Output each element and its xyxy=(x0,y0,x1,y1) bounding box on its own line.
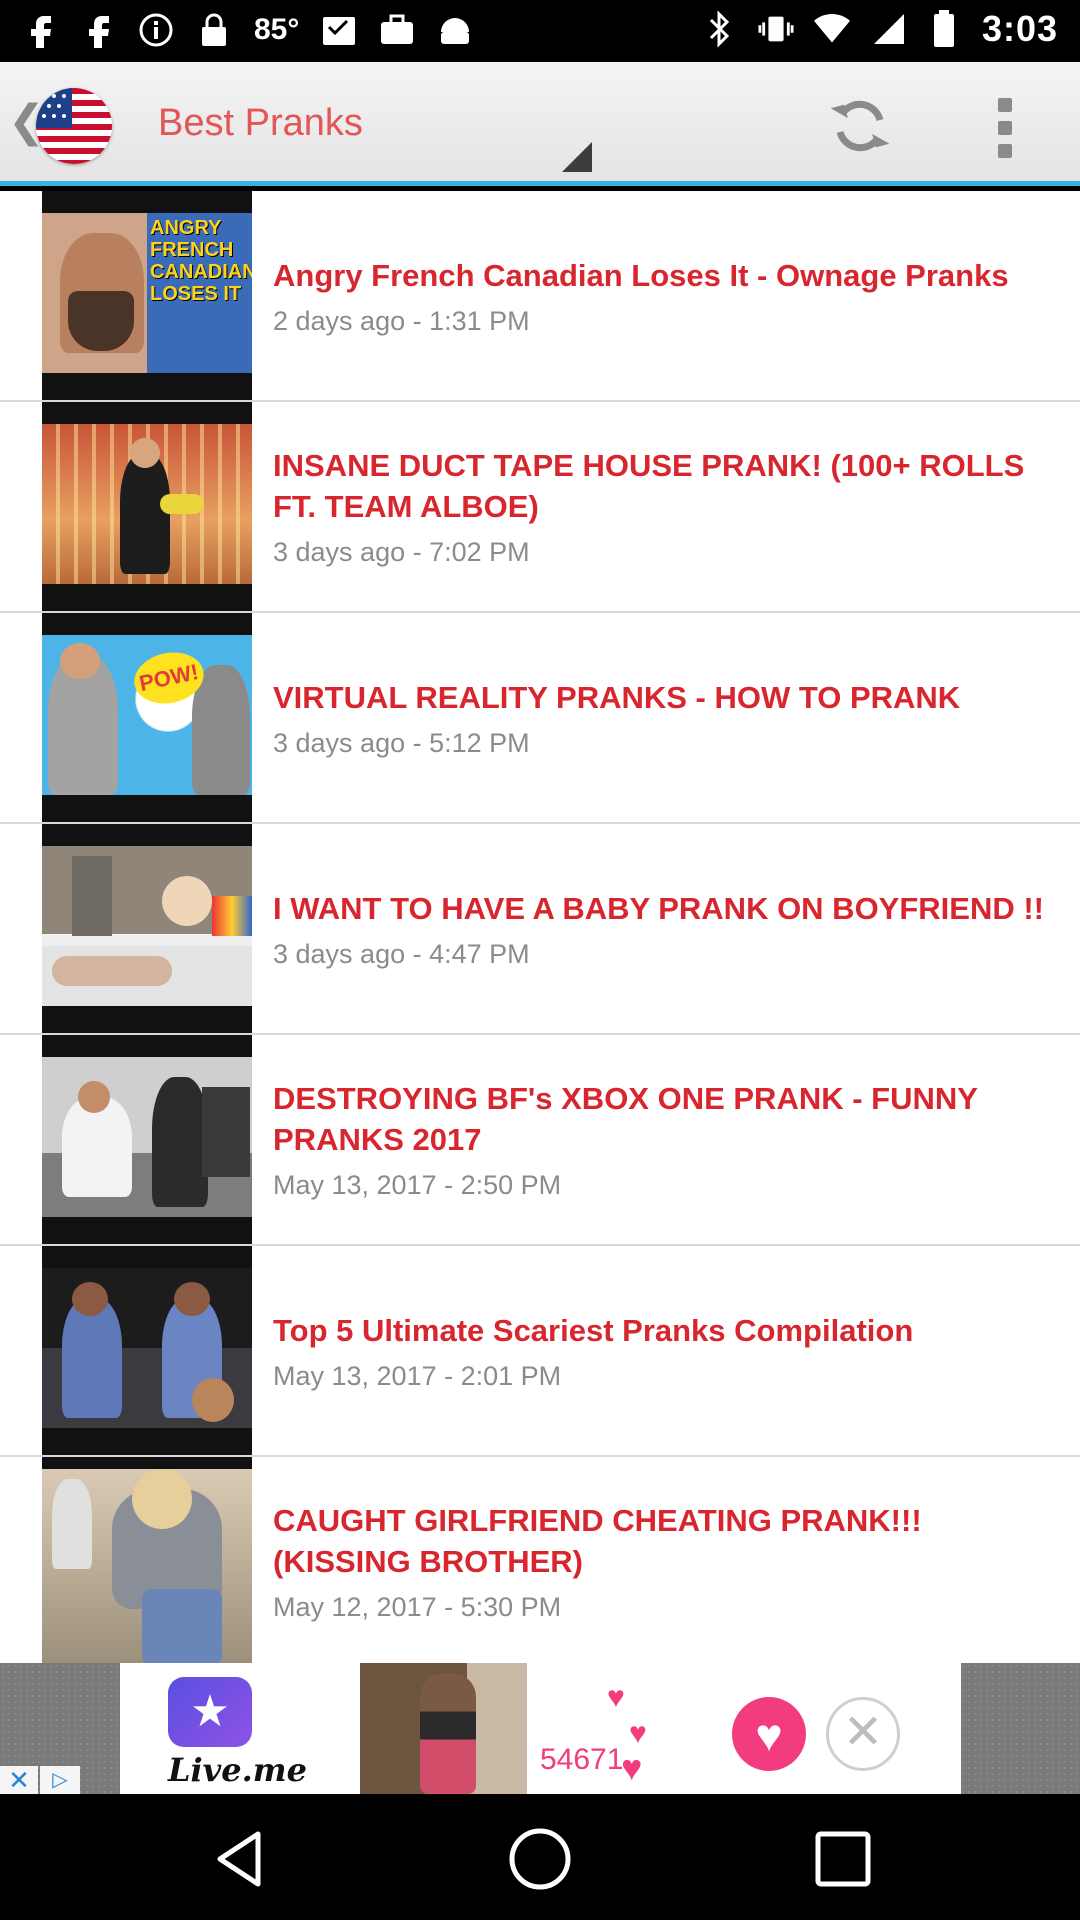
ad-content[interactable]: ★ Live.me ♥ ♥ ♥ 54671 ♥ ✕ xyxy=(120,1663,961,1794)
video-date: May 12, 2017 - 5:30 PM xyxy=(273,1592,562,1622)
us-flag-icon[interactable] xyxy=(36,88,112,164)
video-date: 2 days ago - 1:31 PM xyxy=(273,305,530,336)
back-triangle-icon[interactable] xyxy=(206,1824,276,1894)
ad-count: 54671 xyxy=(540,1743,624,1776)
video-date: May 13, 2017 - 2:50 PM xyxy=(273,1170,562,1200)
page-title[interactable]: Best Pranks xyxy=(158,102,363,145)
video-thumbnail[interactable] xyxy=(42,402,252,611)
video-title[interactable]: INSANE DUCT TAPE HOUSE PRANK! (100+ ROLL… xyxy=(273,445,1050,527)
video-thumbnail[interactable] xyxy=(42,1457,252,1663)
status-bar: 85° 3:03 xyxy=(0,0,1080,62)
video-list: ANGRY FRENCH CANADIAN LOSES IT Angry Fre… xyxy=(0,191,1080,1663)
recents-square-icon[interactable] xyxy=(808,1824,878,1894)
video-thumbnail[interactable] xyxy=(42,1035,252,1244)
thumbnail-text: ANGRY FRENCH CANADIAN LOSES IT xyxy=(150,217,252,305)
android-icon xyxy=(437,10,473,50)
ad-logo-text: Live.me xyxy=(168,1751,307,1789)
lock-icon xyxy=(196,10,232,50)
ad-photo[interactable] xyxy=(360,1663,527,1794)
video-date: 3 days ago - 4:47 PM xyxy=(273,938,530,969)
list-item[interactable]: I WANT TO HAVE A BABY PRANK ON BOYFRIEND… xyxy=(0,824,1080,1035)
heart-icon[interactable]: ♥ xyxy=(732,1697,806,1771)
list-item[interactable]: CAUGHT GIRLFRIEND CHEATING PRANK!!! (KIS… xyxy=(0,1457,1080,1663)
ad-close-icon[interactable]: ✕ xyxy=(0,1766,38,1794)
temperature: 85° xyxy=(254,13,300,46)
bluetooth-icon xyxy=(702,9,738,49)
facebook-icon xyxy=(80,10,116,50)
list-item[interactable]: Top 5 Ultimate Scariest Pranks Compilati… xyxy=(0,1246,1080,1457)
facebook-icon xyxy=(22,10,58,50)
list-item[interactable]: ANGRY FRENCH CANADIAN LOSES IT Angry Fre… xyxy=(0,191,1080,402)
video-thumbnail[interactable]: POW! xyxy=(42,613,252,822)
list-item[interactable]: DESTROYING BF's XBOX ONE PRANK - FUNNY P… xyxy=(0,1035,1080,1246)
more-vert-icon[interactable] xyxy=(990,98,1020,158)
video-thumbnail[interactable] xyxy=(42,1246,252,1455)
ad-logo[interactable]: ★ Live.me xyxy=(138,1673,307,1791)
signal-icon xyxy=(870,9,906,49)
video-title[interactable]: VIRTUAL REALITY PRANKS - HOW TO PRANK xyxy=(273,677,1050,718)
video-date: 3 days ago - 7:02 PM xyxy=(273,537,530,567)
star-icon: ★ xyxy=(190,1687,230,1736)
list-item[interactable]: POW! VIRTUAL REALITY PRANKS - HOW TO PRA… xyxy=(0,613,1080,824)
video-thumbnail[interactable] xyxy=(42,824,252,1033)
briefcase-icon xyxy=(379,10,415,50)
video-title[interactable]: Angry French Canadian Loses It - Ownage … xyxy=(273,255,1050,296)
dropdown-triangle-icon[interactable] xyxy=(562,142,592,172)
home-circle-icon[interactable] xyxy=(505,1824,575,1894)
ad-choices-icon[interactable]: ▷ xyxy=(40,1766,80,1794)
inbox-icon xyxy=(321,10,357,50)
vibrate-icon xyxy=(758,9,794,49)
clock: 3:03 xyxy=(981,8,1058,49)
video-title[interactable]: CAUGHT GIRLFRIEND CHEATING PRANK!!! (KIS… xyxy=(273,1500,1050,1582)
close-circle-icon[interactable]: ✕ xyxy=(826,1697,900,1771)
video-date: May 13, 2017 - 2:01 PM xyxy=(273,1360,562,1391)
nav-bar xyxy=(0,1794,1080,1920)
ad-banner[interactable]: ★ Live.me ♥ ♥ ♥ 54671 ♥ ✕ ✕ ▷ xyxy=(0,1663,1080,1794)
video-thumbnail[interactable]: ANGRY FRENCH CANADIAN LOSES IT xyxy=(42,191,252,400)
video-date: 3 days ago - 5:12 PM xyxy=(273,727,530,758)
video-title[interactable]: I WANT TO HAVE A BABY PRANK ON BOYFRIEND… xyxy=(273,888,1050,929)
video-title[interactable]: Top 5 Ultimate Scariest Pranks Compilati… xyxy=(273,1310,1050,1351)
wifi-icon xyxy=(813,9,850,49)
video-title[interactable]: DESTROYING BF's XBOX ONE PRANK - FUNNY P… xyxy=(273,1078,1050,1160)
info-icon xyxy=(138,10,174,50)
battery-icon xyxy=(926,9,962,49)
list-item[interactable]: INSANE DUCT TAPE HOUSE PRANK! (100+ ROLL… xyxy=(0,402,1080,613)
refresh-icon[interactable] xyxy=(828,94,892,158)
app-bar: ❮ Best Pranks xyxy=(0,62,1080,186)
